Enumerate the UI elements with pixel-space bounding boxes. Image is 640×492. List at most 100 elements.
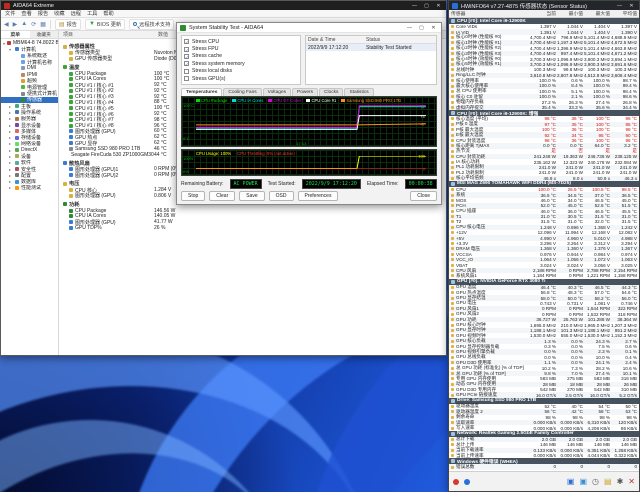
stress-option-stress-local-disks[interactable]: Stress local disks [184,68,298,75]
column-field[interactable]: 项目 [63,31,158,38]
stress-option-stress-cache[interactable]: ✓ Stress cache [184,53,298,60]
maximize-icon[interactable]: ▢ [422,3,431,9]
hwinfo-sensor-row[interactable]: MOS 46.0 °C 34.0 °C 46.5 °C 45.0 °C [449,197,639,204]
hwinfo-sensor-row[interactable]: CPU 核心电压 1.248 V 0.696 V 1.368 V 1.242 V [449,224,639,231]
sensor-row[interactable]: GPU TDP% 26 % [63,225,446,231]
hwinfo-sensor-row[interactable]: VCCSA 0.976 V 0.944 V 0.984 V 0.974 V [449,251,639,258]
tree-expand-icon[interactable]: ▸ [9,179,13,184]
hwinfo-sensor-row[interactable]: DRAM 电压 1.368 V 1.360 V 1.376 V 1.367 V [449,246,639,252]
hwinfo-sensor-row[interactable]: Core VIDs 1.397 V 1.044 V 1.404 V 1.397 V [449,24,639,30]
network-monitor-icon[interactable]: ▣ [579,477,587,486]
checkbox-icon[interactable]: ✓ [184,39,189,45]
hwinfo-sensor-row[interactable]: +5V 4.990 V 4.960 V 5.010 V 4.988 V [449,235,639,241]
tab-statistics[interactable]: Statistics [344,88,374,96]
back-icon[interactable]: ◀ [4,21,9,28]
up-icon[interactable]: ▲ [21,21,27,27]
forward-icon[interactable]: ▶ [13,21,18,28]
hwinfo-sensor-row[interactable]: +12V 12.096 V 11.994 V 12.168 V 12.082 V [449,230,639,236]
menu-item-远程[interactable]: 远程 [71,10,81,17]
settings-gear-icon[interactable]: ✱ [617,477,624,486]
hwinfo-sensor-row[interactable]: T1 31.0 °C 30.5 °C 31.5 °C 31.0 °C [449,213,639,220]
close-icon[interactable]: ✕ [627,3,636,9]
hwinfo-column-[interactable]: 最小值 [556,10,583,17]
hwinfo-column-[interactable]: 传感器 [451,10,529,17]
menu-item-帮助[interactable]: 帮助 [103,10,113,17]
tab-clocks[interactable]: Clocks [319,88,344,96]
minimize-icon[interactable]: — [405,25,414,31]
tree-expand-icon[interactable]: ▾ [9,47,13,52]
event-log-row[interactable]: 2022/9/9 17:12:20 Stability Test Started [306,44,436,51]
tree-expand-icon[interactable]: ▸ [9,148,13,153]
tree-expand-icon[interactable]: ▸ [9,135,13,140]
sidebar-tab-菜单[interactable]: 菜单 [1,31,30,38]
event-log-column[interactable]: Status [366,37,436,43]
reset-clock-icon[interactable]: ◷ [592,477,599,486]
hwinfo-sensor-row[interactable]: CPU 插座 46.0 °C 36.0 °C 46.5 °C 45.5 °C [449,208,639,214]
event-log-column[interactable]: Date & Time [308,37,366,43]
hwinfo-sensor-row[interactable]: 写入速率 0.000 KB/s 0.000 KB/s 4,208 KB/s 86 KB/… [449,425,639,431]
logging-start-icon[interactable] [453,478,459,485]
hwinfo-title-bar[interactable]: HWiNFO64 v7.27-4875 传感器状态 (Sensor Status… [449,1,639,10]
stability-test-title-bar[interactable]: System Stability Test - AIDA64 — ▢ ✕ [177,23,441,33]
tree-expand-icon[interactable]: ▸ [9,110,13,115]
tab-temperatures[interactable]: Temperatures [181,88,223,96]
tab-powers[interactable]: Powers [292,88,319,96]
sst-button-save[interactable]: Save [239,190,265,201]
menu-item-收藏[interactable]: 收藏 [54,10,64,17]
report-button[interactable]: ▤ 报告 [54,18,81,30]
hwinfo-sensor-row[interactable]: VCC_IO 1.064 V 1.056 V 1.072 V 1.063 V [449,257,639,263]
tree-expand-icon[interactable]: ▸ [9,185,13,190]
tree-item[interactable]: ▸ 性能测试 [1,185,58,191]
tree-expand-icon[interactable]: ▸ [9,154,13,159]
maximize-icon[interactable]: ▢ [417,25,426,31]
menu-item-查看[interactable]: 查看 [21,10,31,17]
hwinfo-column-[interactable]: 平均值 [610,10,637,17]
hwinfo-sensor-row[interactable]: GPU PCIe 链接速度 16.0 GT/s 2.5 GT/s 16.0 GT/s 5… [449,392,639,398]
sst-button-osd[interactable]: OSD [268,190,294,201]
aida64-title-bar[interactable]: AIDA64 Extreme — ▢ ✕ [1,1,446,10]
stress-option-stress-cpu[interactable]: ✓ Stress CPU [184,38,298,45]
sst-button-stop[interactable]: Stop [181,190,206,201]
stress-option-stress-system-memory[interactable]: ✓ Stress system memory [184,60,298,67]
refresh-icon[interactable]: ⟳ [31,21,36,28]
hwinfo-column-[interactable]: 最大值 [583,10,610,17]
minimize-icon[interactable]: — [615,3,624,9]
sidebar-tab-收藏夹[interactable]: 收藏夹 [29,31,58,38]
checkbox-icon[interactable] [184,76,189,82]
remote-monitor-icon[interactable]: ▣ [567,477,575,486]
hwinfo-column-[interactable]: 当前 [529,10,556,17]
bios-update-button[interactable]: ▼ BIOS 更新 [84,18,126,30]
close-x-icon[interactable]: ✕ [628,477,635,486]
tree-expand-icon[interactable]: ▸ [9,141,13,146]
sst-button-preferences[interactable]: Preferences [297,190,339,201]
tree-expand-icon[interactable]: ▸ [9,104,13,109]
stress-option-stress-gpu-s[interactable]: Stress GPU(s) [184,75,298,82]
checkbox-icon[interactable]: ✓ [184,53,189,60]
tree-expand-icon[interactable]: ▸ [9,116,13,121]
remote-support-button[interactable]: 远程技术支持 [129,18,175,30]
tree-expand-icon[interactable]: ▸ [9,123,13,128]
hwinfo-sensor-row[interactable]: 错误总数 0 0 0 0 [449,464,639,470]
minimize-icon[interactable]: — [410,3,419,9]
sst-button-clear[interactable]: Clear [209,190,236,201]
close-icon[interactable]: ✕ [434,3,443,9]
menu-item-工具[interactable]: 工具 [87,10,97,17]
report-icon[interactable]: ▤ [604,477,612,486]
menu-item-文件[interactable]: 文件 [5,10,15,17]
menu-item-报告[interactable]: 报告 [38,10,48,17]
checkbox-icon[interactable] [184,68,189,74]
tab-cooling-fans[interactable]: Cooling Fans [223,88,262,96]
tab-voltages[interactable]: Voltages [262,88,292,96]
tree-expand-icon[interactable]: ▸ [9,167,13,172]
tree-expand-icon[interactable]: ▸ [9,160,13,165]
hwinfo-sensor-row[interactable]: 系统风扇1 1,184 RPM 0 RPM 1,221 RPM 1,158 RPM [449,273,639,279]
tree-expand-icon[interactable]: ▸ [9,173,13,178]
checkbox-icon[interactable]: ✓ [184,61,189,67]
panels-icon[interactable]: ▦ [40,21,46,28]
tree-expand-icon[interactable]: ▾ [3,41,5,46]
stress-option-stress-fpu[interactable]: ✓ Stress FPU [184,45,298,53]
tree-expand-icon[interactable]: ▸ [9,129,13,134]
close-icon[interactable]: ✕ [429,25,438,31]
hwinfo-sensor-row[interactable]: 系统 36.5 °C 34.5 °C 37.0 °C 36.5 °C [449,192,639,198]
sst-button-close[interactable]: Close [410,190,437,201]
